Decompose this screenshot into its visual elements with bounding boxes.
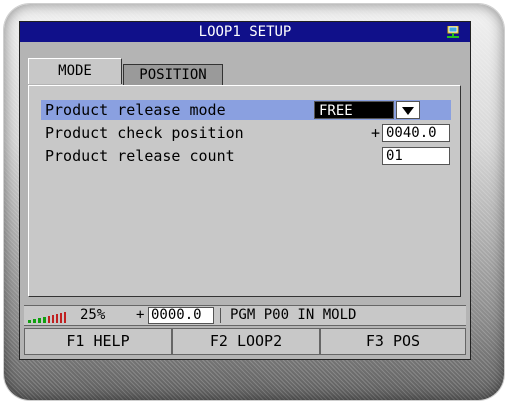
f3-pos-button[interactable]: F3 POS	[320, 328, 466, 355]
status-divider	[220, 308, 221, 323]
release-mode-label: Product release mode	[45, 101, 226, 119]
release-count-field[interactable]: 01	[382, 147, 450, 165]
chevron-down-icon	[402, 107, 414, 115]
screen: LOOP1 SETUP MODE POSITION Product releas…	[19, 21, 471, 360]
signal-percent: 25%	[80, 307, 106, 323]
release-count-label: Product release count	[45, 147, 235, 165]
tab-position[interactable]: POSITION	[123, 64, 223, 86]
program-status: PGM P00 IN MOLD	[230, 307, 357, 323]
signal-strength-icon	[28, 310, 76, 329]
release-mode-row[interactable]: Product release mode FREE	[41, 100, 451, 120]
release-mode-select[interactable]: FREE	[314, 101, 394, 119]
release-count-row: Product release count 01	[41, 146, 451, 166]
tab-position-label: POSITION	[139, 67, 207, 83]
status-bar: 25% + 0000.0 PGM P00 IN MOLD	[24, 305, 466, 326]
network-icon	[446, 25, 460, 38]
status-value-field: 0000.0	[148, 307, 214, 324]
function-key-bar: F1 HELP F2 LOOP2 F3 POS	[24, 328, 466, 355]
check-position-sign: +	[371, 124, 381, 142]
tab-mode-label: MODE	[58, 63, 92, 79]
title-bar: LOOP1 SETUP	[20, 22, 470, 42]
f1-help-button[interactable]: F1 HELP	[24, 328, 172, 355]
check-position-label: Product check position	[45, 124, 244, 142]
dropdown-button[interactable]	[396, 101, 420, 119]
status-sign: +	[136, 307, 145, 323]
mode-panel: Product release mode FREE Product check …	[28, 85, 461, 297]
check-position-row: Product check position + 0040.0	[41, 123, 451, 143]
window-title: LOOP1 SETUP	[198, 24, 292, 40]
check-position-field[interactable]: 0040.0	[382, 124, 450, 142]
tab-mode[interactable]: MODE	[28, 58, 122, 84]
f2-loop2-button[interactable]: F2 LOOP2	[172, 328, 320, 355]
